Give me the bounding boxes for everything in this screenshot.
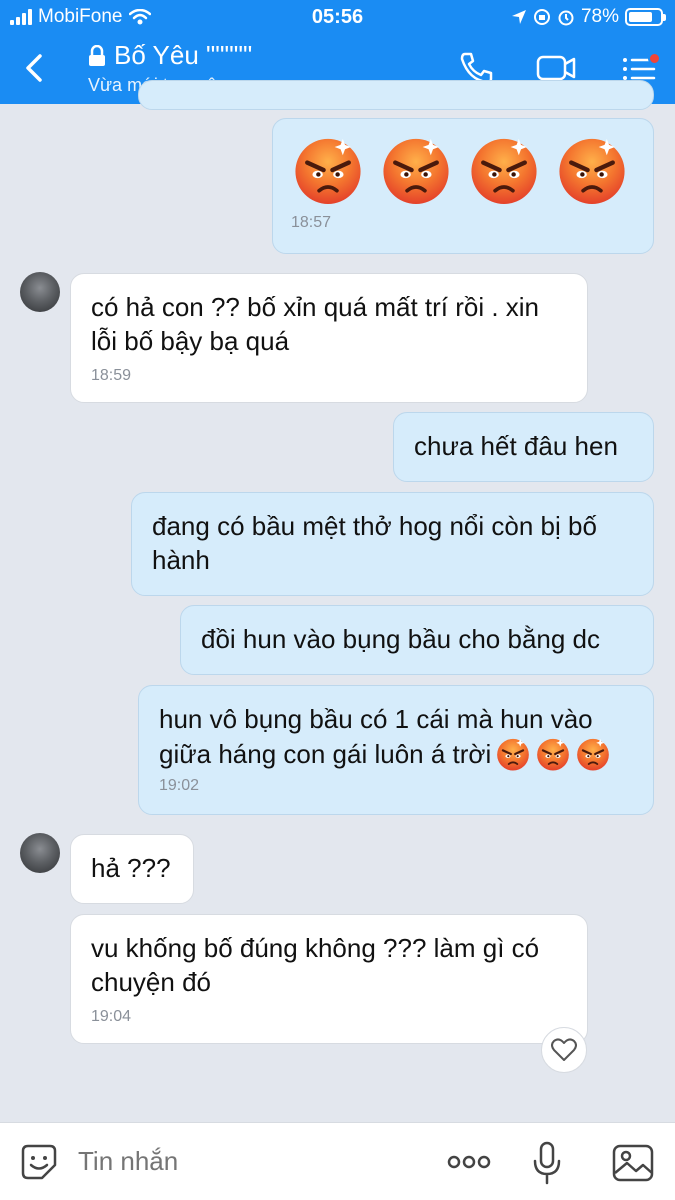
angry-face-icon [575, 736, 611, 772]
image-icon[interactable] [612, 1143, 654, 1183]
chevron-left-icon[interactable] [16, 50, 52, 86]
message-time: 19:04 [91, 1008, 132, 1025]
avatar[interactable] [20, 833, 60, 873]
message-time: 18:57 [291, 214, 332, 231]
angry-face-icon [291, 133, 365, 207]
message-bubble-partial [138, 80, 654, 110]
rotation-lock-icon [533, 9, 550, 25]
message-text-line: hun vô bụng bầu có 1 cái mà hun vào [159, 704, 593, 734]
message-time: 18:59 [91, 367, 132, 384]
message-outgoing[interactable]: đồi hun vào bụng bầu cho bằng dc [180, 605, 654, 675]
avatar[interactable] [20, 272, 60, 312]
angry-face-icon [535, 736, 571, 772]
contact-name: Bố Yêu """"" [114, 40, 253, 70]
reaction-button[interactable] [541, 1027, 587, 1073]
message-text-line: giữa háng con gái luôn á trời [159, 739, 492, 769]
contact-title: Bố Yêu """"" [88, 40, 252, 71]
message-outgoing[interactable]: chưa hết đâu hen [393, 412, 654, 482]
message-outgoing[interactable]: hun vô bụng bầu có 1 cái mà hun vào giữa… [138, 685, 654, 815]
microphone-icon[interactable] [532, 1141, 562, 1185]
angry-face-icon [379, 133, 453, 207]
notification-badge [648, 52, 661, 65]
sticker-smile-icon[interactable] [20, 1143, 58, 1181]
angry-face-icon [495, 736, 531, 772]
message-text-line: đang có bầu mệt thở hog nổi còn bị bố [152, 511, 597, 541]
message-incoming[interactable]: hả ??? [70, 834, 194, 904]
message-outgoing[interactable]: 18:57 [272, 118, 654, 254]
message-input[interactable] [78, 1139, 408, 1183]
message-text-line: hành [152, 545, 210, 575]
battery-percent: 78% [580, 6, 619, 27]
more-dots-icon[interactable] [446, 1153, 492, 1171]
composer-bar [0, 1122, 675, 1200]
angry-face-icon [467, 133, 541, 207]
heart-icon [551, 1038, 577, 1061]
battery-icon [625, 8, 666, 26]
emoji-row [291, 133, 635, 207]
alarm-icon [558, 10, 574, 26]
status-right: 78% [511, 6, 666, 28]
message-incoming[interactable]: vu khống bố đúng không ??? làm gì có chu… [70, 914, 588, 1044]
location-arrow-icon [511, 10, 526, 24]
message-incoming[interactable]: có hả con ?? bố xỉn quá mất trí rồi . xi… [70, 273, 588, 403]
message-text-line: chưa hết đâu hen [414, 431, 618, 461]
message-time: 19:02 [159, 777, 200, 794]
angry-face-icon [555, 133, 629, 207]
message-text-line: vu khống bố đúng không ??? làm gì có [91, 933, 540, 963]
message-text-line: có hả con ?? bố xỉn quá mất trí rồi . xi… [91, 292, 540, 322]
status-bar: MobiFone 05:56 78% [0, 0, 675, 34]
message-text-line: chuyện đó [91, 967, 211, 997]
message-outgoing[interactable]: đang có bầu mệt thở hog nổi còn bị bố hà… [131, 492, 654, 596]
lock-icon [89, 44, 105, 66]
message-line-with-emoji: giữa háng con gái luôn á trời [159, 736, 633, 772]
message-text-line: hả ??? [91, 853, 171, 883]
message-text-line: đồi hun vào bụng bầu cho bằng dc [201, 624, 601, 654]
message-text-line: lỗi bố bậy bạ quá [91, 326, 290, 356]
